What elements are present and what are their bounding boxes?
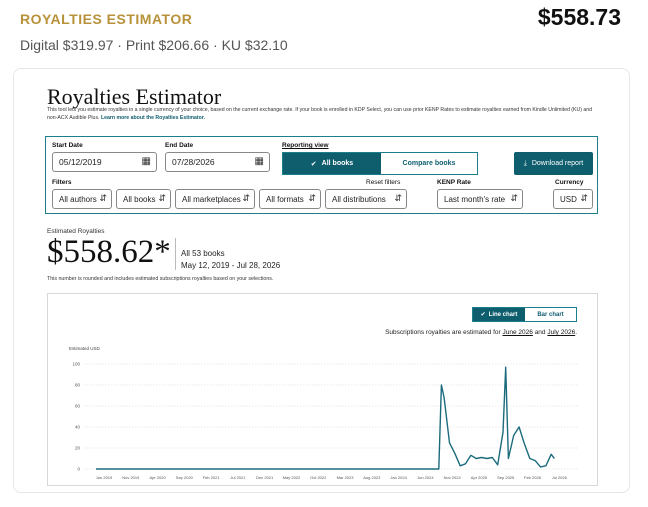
- calendar-icon[interactable]: ▦: [142, 156, 151, 167]
- reset-filters-link[interactable]: Reset filters: [366, 179, 400, 186]
- download-report-button[interactable]: ⤓ Download report: [514, 152, 593, 175]
- y-tick-label: 0: [77, 467, 80, 472]
- download-label: Download report: [531, 160, 584, 167]
- all-books-label: All books: [321, 160, 354, 167]
- end-date-field[interactable]: 07/28/2026 ▦: [165, 152, 270, 172]
- authors-select-value: All authors: [59, 194, 97, 204]
- authors-select[interactable]: All authors ⇵: [52, 189, 112, 209]
- end-date-value: 07/28/2026: [172, 157, 215, 167]
- x-tick-label: Jul 2021: [230, 475, 246, 480]
- distributions-select[interactable]: All distributions ⇵: [325, 189, 407, 209]
- kenp-rate-select[interactable]: Last month's rate ⇵: [437, 189, 523, 209]
- start-date-label: Start Date: [52, 142, 83, 149]
- chart-card: ✔ Line chart Bar chart Subscriptions roy…: [47, 293, 598, 486]
- formats-select[interactable]: All formats ⇵: [259, 189, 321, 209]
- y-tick-label: 100: [72, 362, 80, 367]
- marketplaces-select-value: All marketplaces: [182, 194, 241, 204]
- y-tick-label: 40: [75, 425, 81, 430]
- chevron-updown-icon: ⇵: [242, 193, 250, 203]
- royalties-series-line: [96, 366, 555, 470]
- learn-more-link[interactable]: Learn more about the Royalties Estimator…: [101, 115, 205, 121]
- x-tick-label: Nov 2019: [122, 475, 140, 480]
- currency-label: Currency: [555, 179, 584, 186]
- page-title: ROYALTIES ESTIMATOR: [20, 11, 193, 27]
- x-tick-label: Jun 2019: [96, 475, 113, 480]
- rounding-note: This number is rounded and includes esti…: [47, 276, 274, 282]
- x-tick-label: Mar 2023: [337, 475, 355, 480]
- filters-panel: Start Date 05/12/2019 ▦ End Date 07/28/2…: [45, 136, 598, 214]
- books-select[interactable]: All books ⇵: [116, 189, 171, 209]
- royalties-breakdown: Digital $319.97 · Print $206.66 · KU $32…: [20, 37, 288, 53]
- calendar-icon[interactable]: ▦: [255, 156, 264, 167]
- start-date-field[interactable]: 05/12/2019 ▦: [52, 152, 157, 172]
- kenp-rate-select-value: Last month's rate: [444, 194, 506, 204]
- chevron-updown-icon: ⇵: [580, 193, 588, 203]
- bar-chart-button[interactable]: Bar chart: [525, 308, 576, 321]
- chevron-updown-icon: ⇵: [394, 193, 402, 203]
- books-select-value: All books: [123, 194, 156, 204]
- note-month-2[interactable]: July 2026: [547, 329, 575, 336]
- start-date-value: 05/12/2019: [59, 157, 102, 167]
- x-tick-label: Feb 2026: [524, 475, 542, 480]
- x-tick-label: Sep 2020: [176, 475, 194, 480]
- y-tick-label: 60: [75, 404, 81, 409]
- line-chart-button[interactable]: ✔ Line chart: [473, 308, 525, 321]
- date-range: May 12, 2019 - Jul 28, 2026: [181, 261, 281, 270]
- reporting-view-toggle: ✔ All books Compare books: [282, 152, 478, 175]
- total-royalties: $558.73: [537, 4, 621, 30]
- chevron-updown-icon: ⇵: [308, 193, 316, 203]
- end-date-label: End Date: [165, 142, 194, 149]
- download-icon: ⤓: [523, 159, 527, 167]
- x-tick-label: Jun 2024: [417, 475, 434, 480]
- note-prefix: Subscriptions royalties are estimated fo…: [385, 329, 501, 336]
- x-tick-label: Sep 2025: [497, 475, 515, 480]
- currency-select[interactable]: USD ⇵: [553, 189, 593, 209]
- currency-select-value: USD: [560, 194, 577, 204]
- x-tick-label: Dec 2021: [256, 475, 274, 480]
- note-suffix: .: [575, 329, 577, 336]
- estimated-royalties-value: $558.62*: [47, 234, 171, 270]
- note-month-1[interactable]: June 2026: [503, 329, 533, 336]
- x-tick-label: Jan 2024: [390, 475, 407, 480]
- chevron-updown-icon: ⇵: [158, 193, 166, 203]
- check-icon: ✔: [310, 160, 317, 168]
- y-tick-label: 80: [75, 383, 81, 388]
- chevron-updown-icon: ⇵: [99, 193, 107, 203]
- x-tick-label: Apr 2025: [471, 475, 488, 480]
- compare-books-button[interactable]: Compare books: [381, 153, 477, 174]
- divider: [175, 238, 176, 270]
- x-tick-label: May 2022: [283, 475, 301, 480]
- chevron-updown-icon: ⇵: [510, 193, 518, 203]
- royalties-line-chart: Estimated USD 0 20 40 60 80 100 Jun 2019 Nov 201…: [69, 346, 578, 480]
- line-chart-label: Line chart: [488, 311, 518, 318]
- x-tick-label: Aug 2023: [363, 475, 381, 480]
- formats-select-value: All formats: [266, 194, 304, 204]
- note-and: and: [534, 329, 546, 336]
- subscriptions-note: Subscriptions royalties are estimated fo…: [385, 329, 577, 336]
- y-tick-label: 20: [75, 446, 81, 451]
- x-tick-label: Apr 2020: [149, 475, 166, 480]
- all-books-button[interactable]: ✔ All books: [283, 153, 381, 174]
- distributions-select-value: All distributions: [332, 194, 386, 204]
- filters-label: Filters: [52, 179, 72, 186]
- kenp-rate-label: KENP Rate: [437, 179, 471, 186]
- x-tick-label: Nov 2024: [444, 475, 462, 480]
- chart-type-toggle: ✔ Line chart Bar chart: [472, 307, 577, 322]
- y-axis-label: Estimated USD: [69, 346, 101, 351]
- x-tick-label: Feb 2021: [203, 475, 221, 480]
- estimator-description: This tool lets you estimate royalties in…: [47, 106, 597, 122]
- check-icon: ✔: [480, 312, 486, 318]
- reporting-view-label: Reporting view: [282, 142, 329, 149]
- books-count: All 53 books: [181, 249, 225, 258]
- x-tick-label: Oct 2022: [310, 475, 327, 480]
- x-tick-label: Jul 2026: [552, 475, 568, 480]
- marketplaces-select[interactable]: All marketplaces ⇵: [175, 189, 255, 209]
